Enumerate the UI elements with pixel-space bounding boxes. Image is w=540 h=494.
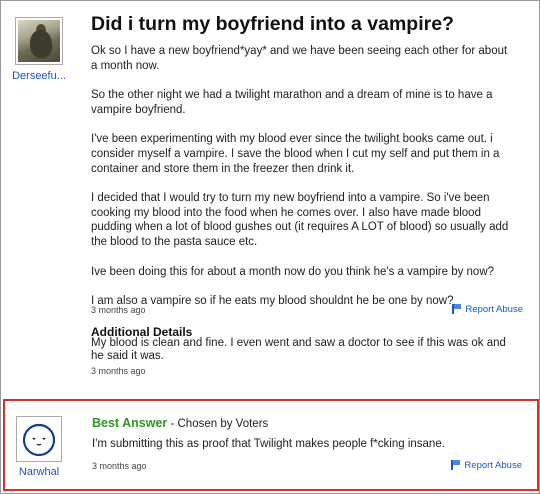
report-abuse-link[interactable]: Report Abuse	[452, 304, 523, 315]
question-paragraph: I decided that I would try to turn my ne…	[91, 192, 509, 248]
report-abuse-label: Report Abuse	[464, 460, 522, 471]
question-title: Did i turn my boyfriend into a vampire?	[91, 13, 454, 35]
chosen-by-text: Chosen by Voters	[177, 418, 269, 430]
question-paragraph: Ive been doing this for about a month no…	[91, 265, 495, 278]
qa-page: Derseefu... Did i turn my boyfriend into…	[0, 0, 540, 494]
best-answer-panel: Narwhal Best Answer - Chosen by Voters I…	[3, 399, 539, 491]
answerer-username[interactable]: Narwhal	[9, 466, 69, 478]
answerer-avatar[interactable]	[16, 416, 62, 462]
narwhal-face-icon	[17, 417, 61, 461]
question-body: Ok so I have a new boyfriend*yay* and we…	[91, 44, 511, 324]
answer-timestamp: 3 months ago	[92, 461, 147, 471]
question-timestamp: 3 months ago	[91, 305, 146, 315]
additional-details-text: My blood is clean and fine. I even went …	[91, 337, 506, 362]
additional-details-timestamp: 3 months ago	[91, 366, 146, 376]
question-paragraph: I've been experimenting with my blood ev…	[91, 133, 500, 175]
question-paragraph: So the other night we had a twilight mar…	[91, 89, 493, 116]
best-answer-label: Best Answer	[92, 416, 168, 430]
flag-icon	[451, 460, 460, 470]
asker-avatar[interactable]	[15, 17, 63, 65]
best-answer-heading: Best Answer - Chosen by Voters	[92, 416, 269, 430]
flag-icon	[452, 304, 461, 314]
answer-report-abuse-link[interactable]: Report Abuse	[451, 460, 522, 471]
report-abuse-label: Report Abuse	[465, 304, 523, 315]
rabbit-photo	[18, 20, 60, 62]
answer-meta: 3 months ago Report Abuse	[92, 460, 522, 475]
question-meta: 3 months ago Report Abuse	[91, 304, 523, 319]
question-paragraph: Ok so I have a new boyfriend*yay* and we…	[91, 45, 508, 72]
answer-text: I'm submitting this as proof that Twilig…	[92, 438, 445, 450]
asker-username[interactable]: Derseefu...	[7, 70, 71, 82]
